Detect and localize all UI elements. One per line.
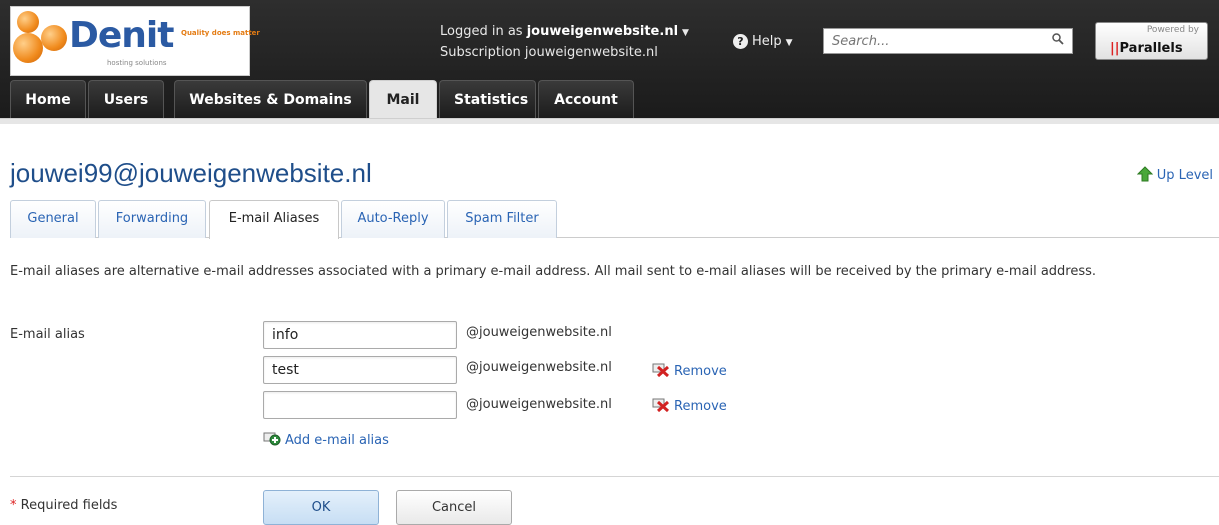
logged-in-prefix: Logged in as [440,24,523,39]
logo-brand: Denit [69,15,174,56]
help-icon: ? [733,34,748,49]
remove-icon [652,363,670,377]
up-arrow-icon [1136,166,1153,182]
subscription-prefix: Subscription [440,45,521,60]
required-fields-note: * Required fields [10,498,117,513]
logo-tagline: Quality does matter [181,29,260,37]
logo-subtitle: hosting solutions [107,59,167,67]
header-bar: Denit Quality does matter hosting soluti… [0,0,1219,124]
form-divider [10,476,1219,477]
nav-tab-mail[interactable]: Mail [369,80,437,119]
tab-general[interactable]: General [10,200,96,238]
remove-label: Remove [674,364,727,379]
email-alias-input[interactable] [263,391,457,419]
description-text: E-mail aliases are alternative e-mail ad… [10,264,1097,279]
chevron-down-icon: ▼ [785,38,793,48]
ok-button[interactable]: OK [263,490,379,525]
nav-tab-account[interactable]: Account [538,80,634,118]
nav-tab-statistics[interactable]: Statistics [439,80,536,118]
search-box [823,28,1073,54]
required-label: Required fields [20,498,118,513]
mail-tabs: General Forwarding E-mail Aliases Auto-R… [10,200,1219,239]
tab-auto-reply[interactable]: Auto-Reply [341,200,445,238]
add-email-alias-link[interactable]: Add e-mail alias [263,432,389,448]
parallels-bars-icon: || [1110,41,1120,56]
header-stripe [0,118,1219,124]
email-alias-input[interactable] [263,356,457,384]
subscription-line[interactable]: Subscription jouweigenwebsite.nl [440,43,689,63]
cancel-button[interactable]: Cancel [396,490,512,525]
domain-suffix: @jouweigenwebsite.nl [466,360,612,375]
logo-ball-icon [13,33,43,63]
required-star: * [10,498,17,513]
tab-forwarding[interactable]: Forwarding [98,200,206,238]
logo-ball-icon [17,11,39,33]
email-alias-label: E-mail alias [10,327,85,342]
logged-in-line[interactable]: Logged in as jouweigenwebsite.nl ▼ [440,22,689,43]
parallels-logo: ||Parallels [1110,41,1183,56]
add-icon [263,432,281,446]
help-label: Help [752,34,782,49]
remove-alias-link[interactable]: Remove [652,398,727,414]
domain-suffix: @jouweigenwebsite.nl [466,397,612,412]
tab-email-aliases[interactable]: E-mail Aliases [209,200,339,239]
up-level-link[interactable]: Up Level [1136,166,1213,183]
parallels-label: Parallels [1119,41,1183,56]
search-input[interactable] [824,29,1039,53]
powered-by-label: Powered by [1146,25,1199,35]
page-title: jouwei99@jouweigenwebsite.nl [10,158,372,188]
nav-tab-websites-domains[interactable]: Websites & Domains [174,80,367,118]
add-alias-label: Add e-mail alias [285,433,389,448]
remove-alias-link[interactable]: Remove [652,363,727,379]
nav-tab-home[interactable]: Home [10,80,86,118]
help-menu[interactable]: ? Help ▼ [733,34,793,49]
email-alias-input[interactable] [263,321,457,349]
nav-tab-users[interactable]: Users [88,80,164,118]
login-info: Logged in as jouweigenwebsite.nl ▼ Subscr… [440,22,689,63]
powered-by-parallels[interactable]: Powered by ||Parallels [1095,22,1208,60]
up-level-label: Up Level [1156,168,1213,183]
logged-in-user: jouweigenwebsite.nl [526,24,679,39]
chevron-down-icon: ▼ [682,28,689,38]
domain-suffix: @jouweigenwebsite.nl [466,325,612,340]
subscription-name: jouweigenwebsite.nl [524,45,658,60]
remove-icon [652,398,670,412]
remove-label: Remove [674,399,727,414]
tab-spam-filter[interactable]: Spam Filter [447,200,557,238]
search-icon[interactable] [1052,33,1064,45]
company-logo[interactable]: Denit Quality does matter hosting soluti… [10,6,260,76]
logo-ball-icon [41,25,67,51]
